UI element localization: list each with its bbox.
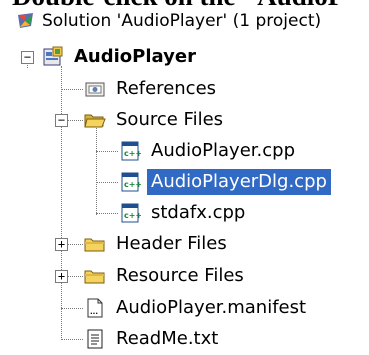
tree-line	[61, 89, 83, 90]
svg-text:...: ...	[90, 308, 98, 316]
tree-item-label: Source Files	[116, 109, 224, 130]
tree-item-stdafx-cpp[interactable]: c++ stdafx.cpp	[119, 198, 249, 228]
tree-item-manifest[interactable]: ... AudioPlayer.manifest	[84, 293, 310, 323]
cpp-file-icon: c++	[119, 202, 142, 224]
tree-line	[66, 120, 83, 121]
tree-item-source-files[interactable]: Source Files	[84, 105, 227, 135]
source-files-collapse-button[interactable]: −	[55, 114, 68, 127]
svg-text:c++: c++	[124, 180, 141, 189]
header-files-expand-button[interactable]: +	[55, 238, 68, 251]
tree-item-audioplayerdlg-cpp[interactable]: c++ AudioPlayerDlg.cpp	[119, 167, 331, 197]
tree-item-label: ReadMe.txt	[116, 328, 219, 349]
tree-item-label: AudioPlayerDlg.cpp	[147, 169, 331, 195]
tree-item-label: Header Files	[116, 233, 227, 254]
tree-line	[61, 308, 83, 309]
folder-icon	[84, 233, 106, 255]
tree-line	[61, 66, 62, 340]
svg-text:c++: c++	[124, 211, 141, 220]
tree-line	[96, 151, 118, 152]
cpp-file-icon: c++	[119, 140, 142, 162]
project-icon	[42, 46, 64, 68]
tree-item-header-files[interactable]: Header Files	[84, 229, 231, 259]
svg-text:c++: c++	[124, 149, 141, 158]
tree-item-label: AudioPlayer.cpp	[151, 140, 295, 161]
tree-line	[66, 244, 83, 245]
manifest-file-icon: ...	[84, 297, 106, 319]
tree-item-readme-txt[interactable]: ReadMe.txt	[84, 324, 222, 354]
folder-icon	[84, 265, 106, 287]
tree-item-label: Solution 'AudioPlayer' (1 project)	[42, 11, 322, 31]
tree-line	[66, 276, 83, 277]
tree-item-solution[interactable]: Solution 'AudioPlayer' (1 project)	[16, 6, 325, 36]
tree-line	[61, 339, 83, 340]
cpp-file-icon: c++	[119, 171, 142, 193]
open-folder-icon	[84, 109, 106, 131]
tree-line	[96, 125, 97, 215]
tree-line	[96, 213, 118, 214]
tree-line	[96, 182, 118, 183]
tree-item-label: Resource Files	[116, 265, 244, 286]
tree-item-label: AudioPlayer.manifest	[116, 297, 307, 318]
tree-item-label: stdafx.cpp	[151, 202, 246, 223]
tree-item-label: AudioPlayer	[74, 46, 196, 67]
references-icon	[84, 78, 106, 100]
tree-item-audioplayer-cpp[interactable]: c++ AudioPlayer.cpp	[119, 136, 299, 166]
tree-item-label: References	[116, 78, 217, 99]
resource-files-expand-button[interactable]: +	[55, 270, 68, 283]
tree-item-references[interactable]: References	[84, 74, 220, 104]
text-file-icon	[84, 328, 106, 350]
tree-item-project[interactable]: AudioPlayer	[42, 42, 200, 72]
solution-explorer-tree: − − + + Solution 'AudioPlayer' (1 projec…	[0, 0, 369, 351]
project-collapse-button[interactable]: −	[21, 51, 34, 64]
solution-icon	[16, 11, 36, 31]
tree-item-resource-files[interactable]: Resource Files	[84, 261, 248, 291]
